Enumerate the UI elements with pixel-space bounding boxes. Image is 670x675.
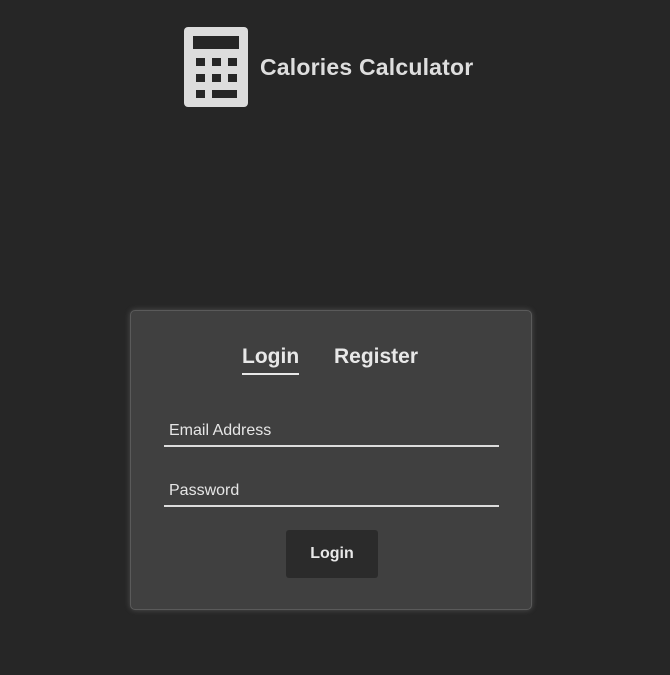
tab-register[interactable]: Register [334, 345, 418, 369]
password-field-wrapper [164, 477, 499, 507]
email-field-wrapper [164, 417, 499, 447]
password-field[interactable] [164, 477, 499, 505]
login-card: Login Register Login [130, 310, 532, 610]
tab-login[interactable]: Login [242, 345, 300, 375]
app-header: Calories Calculator [184, 27, 473, 107]
calculator-icon [184, 27, 248, 107]
auth-tabs: Login Register [131, 345, 531, 385]
email-field[interactable] [164, 417, 499, 445]
app-title: Calories Calculator [260, 53, 474, 80]
login-button[interactable]: Login [286, 530, 378, 578]
